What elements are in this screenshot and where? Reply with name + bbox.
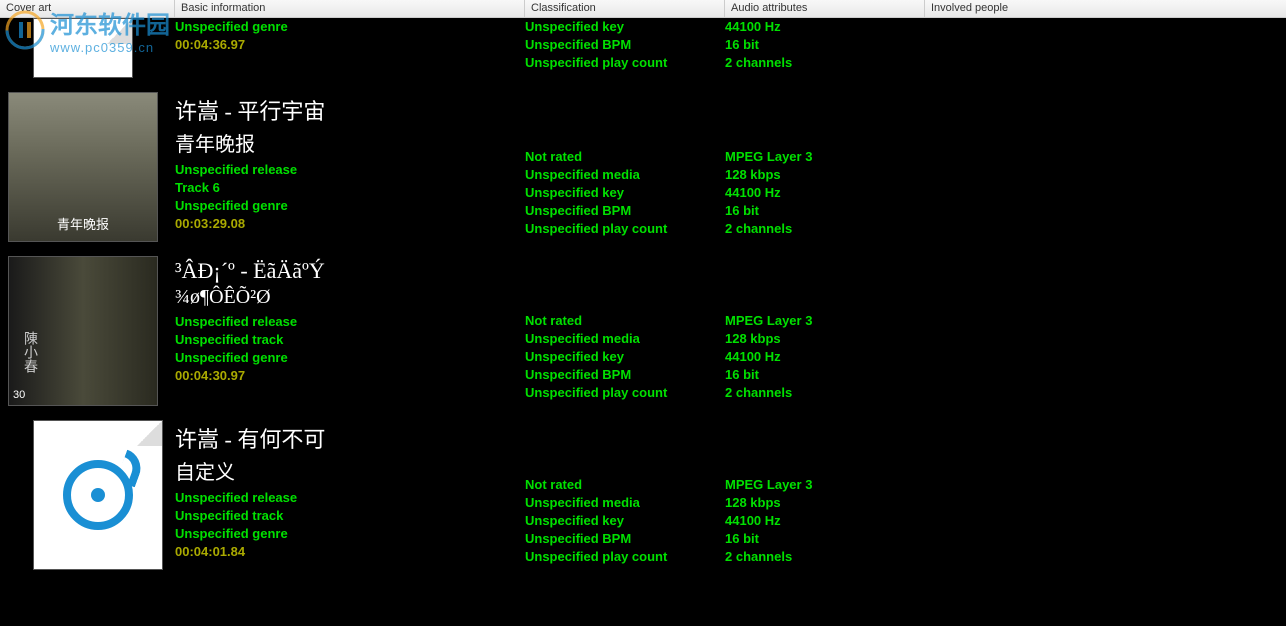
- basic-info-cell: Unspecified genre 00:04:36.97: [175, 18, 525, 54]
- bpm-label: Unspecified BPM: [525, 202, 725, 220]
- rating-label: Not rated: [525, 312, 725, 330]
- duration-label: 00:04:01.84: [175, 543, 525, 561]
- track-album: 青年晚报: [175, 128, 525, 157]
- cover-art-cell: [8, 18, 175, 78]
- playcount-label: Unspecified play count: [525, 220, 725, 238]
- cover-text: 陳小春: [19, 331, 39, 373]
- cover-art-cell: 青年晚报: [8, 92, 175, 242]
- media-label: Unspecified media: [525, 166, 725, 184]
- samplerate-label: 44100 Hz: [725, 512, 925, 530]
- bitdepth-label: 16 bit: [725, 36, 925, 54]
- bitrate-label: 128 kbps: [725, 330, 925, 348]
- cover-art-cell: [8, 420, 175, 570]
- track-number-label: Unspecified track: [175, 331, 525, 349]
- track-title: 许嵩 - 平行宇宙: [175, 94, 525, 126]
- audio-cell: MPEG Layer 3 128 kbps 44100 Hz 16 bit 2 …: [725, 420, 925, 566]
- samplerate-label: 44100 Hz: [725, 18, 925, 36]
- bitdepth-label: 16 bit: [725, 530, 925, 548]
- genre-label: Unspecified genre: [175, 525, 525, 543]
- channels-label: 2 channels: [725, 220, 925, 238]
- track-number-label: Unspecified track: [175, 507, 525, 525]
- channels-label: 2 channels: [725, 384, 925, 402]
- audio-cell: 44100 Hz 16 bit 2 channels: [725, 18, 925, 72]
- duration-label: 00:04:30.97: [175, 367, 525, 385]
- genre-label: Unspecified genre: [175, 349, 525, 367]
- track-album: ¾ø¶ÔÊÕ²Ø: [175, 286, 525, 309]
- bitrate-label: 128 kbps: [725, 494, 925, 512]
- key-label: Unspecified key: [525, 18, 725, 36]
- genre-label: Unspecified genre: [175, 197, 525, 215]
- classification-cell: Not rated Unspecified media Unspecified …: [525, 420, 725, 566]
- track-row[interactable]: Unspecified genre 00:04:36.97 Unspecifie…: [0, 18, 1286, 88]
- bitdepth-label: 16 bit: [725, 366, 925, 384]
- header-audio-attributes[interactable]: Audio attributes: [725, 0, 925, 17]
- key-label: Unspecified key: [525, 184, 725, 202]
- track-album: 自定义: [175, 456, 525, 485]
- bpm-label: Unspecified BPM: [525, 530, 725, 548]
- format-label: MPEG Layer 3: [725, 148, 925, 166]
- duration-label: 00:03:29.08: [175, 215, 525, 233]
- cover-subtext: 30: [13, 389, 25, 401]
- basic-info-cell: 许嵩 - 有何不可 自定义 Unspecified release Unspec…: [175, 420, 525, 561]
- track-title: ³ÂÐ¡´º - ËãÄãºÝ: [175, 258, 525, 284]
- key-label: Unspecified key: [525, 348, 725, 366]
- samplerate-label: 44100 Hz: [725, 184, 925, 202]
- rating-label: Not rated: [525, 476, 725, 494]
- header-basic-info[interactable]: Basic information: [175, 0, 525, 17]
- track-row[interactable]: 许嵩 - 有何不可 自定义 Unspecified release Unspec…: [0, 416, 1286, 580]
- audio-cell: MPEG Layer 3 128 kbps 44100 Hz 16 bit 2 …: [725, 92, 925, 238]
- track-row[interactable]: 青年晚报 许嵩 - 平行宇宙 青年晚报 Unspecified release …: [0, 88, 1286, 252]
- classification-cell: Not rated Unspecified media Unspecified …: [525, 256, 725, 402]
- header-cover-art[interactable]: Cover art: [0, 0, 175, 17]
- bpm-label: Unspecified BPM: [525, 366, 725, 384]
- basic-info-cell: 许嵩 - 平行宇宙 青年晚报 Unspecified release Track…: [175, 92, 525, 233]
- media-label: Unspecified media: [525, 330, 725, 348]
- cover-art-default: [33, 18, 133, 78]
- release-label: Unspecified release: [175, 489, 525, 507]
- track-title: 许嵩 - 有何不可: [175, 422, 525, 454]
- format-label: MPEG Layer 3: [725, 476, 925, 494]
- playcount-label: Unspecified play count: [525, 384, 725, 402]
- header-classification[interactable]: Classification: [525, 0, 725, 17]
- format-label: MPEG Layer 3: [725, 312, 925, 330]
- basic-info-cell: ³ÂÐ¡´º - ËãÄãºÝ ¾ø¶ÔÊÕ²Ø Unspecified rel…: [175, 256, 525, 385]
- cover-art-image: 青年晚报: [8, 92, 158, 242]
- track-row[interactable]: 陳小春 30 ³ÂÐ¡´º - ËãÄãºÝ ¾ø¶ÔÊÕ²Ø Unspecif…: [0, 252, 1286, 416]
- classification-cell: Unspecified key Unspecified BPM Unspecif…: [525, 18, 725, 72]
- duration-label: 00:04:36.97: [175, 36, 525, 54]
- bitdepth-label: 16 bit: [725, 202, 925, 220]
- channels-label: 2 channels: [725, 54, 925, 72]
- samplerate-label: 44100 Hz: [725, 348, 925, 366]
- rating-label: Not rated: [525, 148, 725, 166]
- classification-cell: Not rated Unspecified media Unspecified …: [525, 92, 725, 238]
- genre-label: Unspecified genre: [175, 18, 525, 36]
- key-label: Unspecified key: [525, 512, 725, 530]
- header-involved-people[interactable]: Involved people: [925, 0, 1286, 17]
- cover-art-cell: 陳小春 30: [8, 256, 175, 406]
- audio-cell: MPEG Layer 3 128 kbps 44100 Hz 16 bit 2 …: [725, 256, 925, 402]
- tracks-list: Unspecified genre 00:04:36.97 Unspecifie…: [0, 18, 1286, 580]
- bpm-label: Unspecified BPM: [525, 36, 725, 54]
- cover-text: 青年晚报: [9, 214, 157, 233]
- media-label: Unspecified media: [525, 494, 725, 512]
- track-number-label: Track 6: [175, 179, 525, 197]
- playcount-label: Unspecified play count: [525, 548, 725, 566]
- bitrate-label: 128 kbps: [725, 166, 925, 184]
- cover-art-default: [33, 420, 163, 570]
- column-headers: Cover art Basic information Classificati…: [0, 0, 1286, 18]
- disc-icon: [63, 460, 133, 530]
- release-label: Unspecified release: [175, 313, 525, 331]
- playcount-label: Unspecified play count: [525, 54, 725, 72]
- channels-label: 2 channels: [725, 548, 925, 566]
- cover-art-image: 陳小春 30: [8, 256, 158, 406]
- release-label: Unspecified release: [175, 161, 525, 179]
